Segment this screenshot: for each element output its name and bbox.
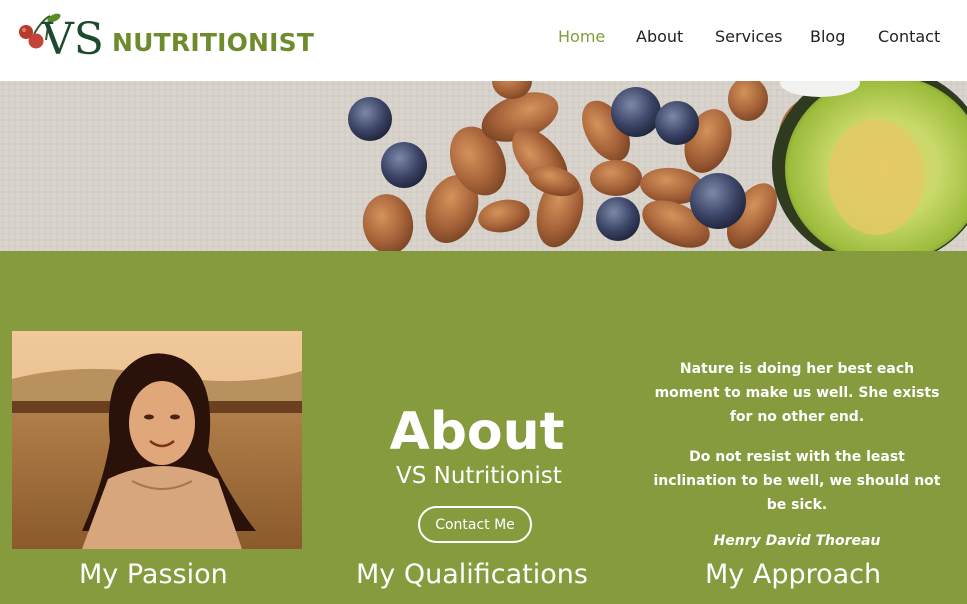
feature-qualifications[interactable]: My Qualifications [356,559,588,590]
about-subtitle: VS Nutritionist [396,463,562,489]
hero-banner [0,81,967,251]
svg-text:VS: VS [41,14,104,65]
brand-name: NUTRITIONIST [112,28,315,57]
quote-line-2: Do not resist with the least inclination… [653,449,941,513]
nav-contact[interactable]: Contact [878,27,940,46]
quote-line-1: Nature is doing her best each moment to … [654,361,940,425]
cherry-logo-icon: VS [19,13,104,65]
feature-passion[interactable]: My Passion [79,559,228,590]
contact-me-button[interactable]: Contact Me [418,506,532,543]
nav-home[interactable]: Home [558,27,605,46]
profile-photo [12,331,302,549]
hero-food-image [0,81,967,251]
about-heading: About [389,402,565,462]
nav-blog[interactable]: Blog [810,27,845,46]
about-section: About VS Nutritionist Contact Me Nature … [0,251,967,604]
quote-author: Henry David Thoreau [713,533,881,549]
nav-about[interactable]: About [636,27,683,46]
quote-block: Nature is doing her best each moment to … [646,357,948,569]
site-header: VS NUTRITIONIST Home About Services Blog… [0,0,967,81]
feature-approach[interactable]: My Approach [705,559,881,590]
nav-services[interactable]: Services [715,27,782,46]
site-logo[interactable]: VS NUTRITIONIST [16,10,314,66]
